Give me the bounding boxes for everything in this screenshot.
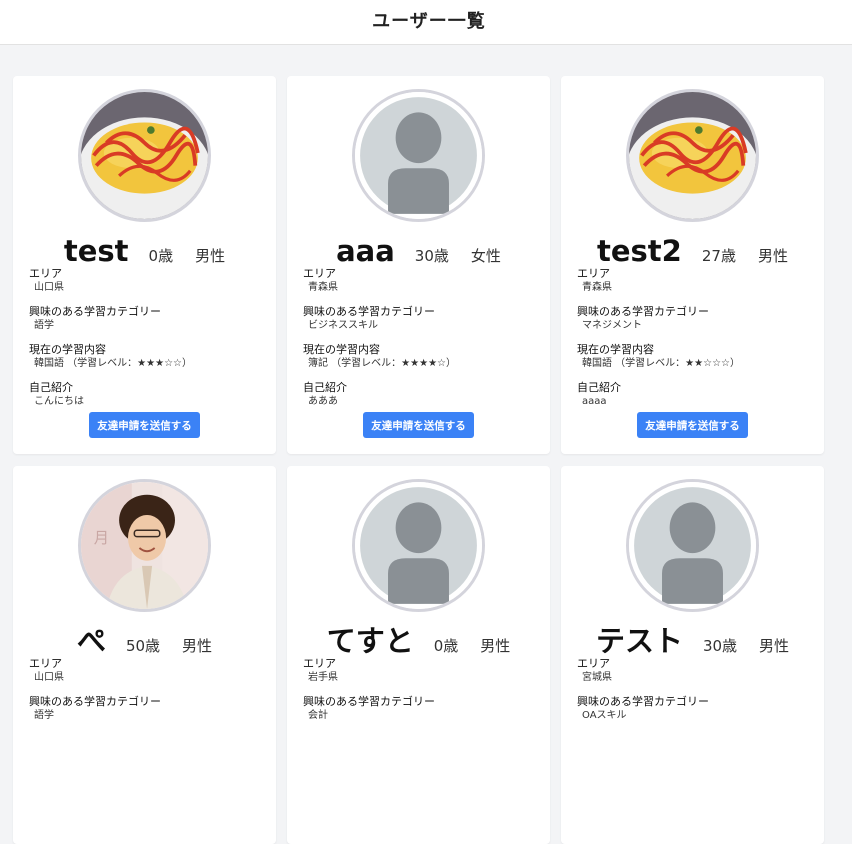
user-age: 27歳 — [701, 246, 736, 265]
area-label: エリア — [29, 657, 62, 670]
person-photo-icon: 月 — [81, 482, 208, 609]
user-age: 30歳 — [702, 636, 738, 655]
category-label: 興味のある学習カテゴリー — [29, 695, 161, 708]
current-study-label: 現在の学習内容 — [29, 343, 106, 356]
category-value: OAスキル — [582, 710, 627, 721]
category-value: 会計 — [308, 710, 328, 721]
user-gender: 男性 — [759, 636, 790, 655]
user-avatar: 月 — [78, 479, 211, 612]
user-gender: 男性 — [480, 636, 511, 655]
area-value: 山口県 — [34, 282, 64, 293]
user-card: test 0歳 男性 エリア 山口県 興味のある学習カテゴリー 語学 現在の学習… — [13, 76, 276, 454]
current-study-label: 現在の学習内容 — [577, 343, 654, 356]
user-age: 0歳 — [433, 636, 459, 655]
user-age: 0歳 — [148, 246, 174, 265]
intro-value: こんにちは — [34, 396, 84, 407]
user-name: ぺ — [76, 624, 106, 658]
category-value: 語学 — [34, 320, 54, 331]
page-header: ユーザー一覧 — [0, 0, 852, 45]
default-avatar-icon — [629, 482, 756, 609]
category-label: 興味のある学習カテゴリー — [577, 305, 709, 318]
user-gender: 女性 — [470, 246, 501, 265]
user-name: てすと — [326, 624, 414, 658]
user-gender: 男性 — [182, 636, 213, 655]
user-name: aaa — [336, 234, 395, 268]
user-name: テスト — [595, 624, 683, 658]
area-label: エリア — [303, 657, 336, 670]
area-value: 青森県 — [582, 282, 612, 293]
area-label: エリア — [577, 657, 610, 670]
area-label: エリア — [29, 267, 62, 280]
current-study-value: 韓国語 （学習レベル：★★★☆☆） — [34, 358, 193, 369]
category-label: 興味のある学習カテゴリー — [303, 695, 435, 708]
current-study-value: 簿記 （学習レベル：★★★★☆） — [308, 358, 457, 369]
user-age: 50歳 — [125, 636, 161, 655]
send-friend-request-button[interactable]: 友達申請を送信する — [89, 412, 200, 438]
user-card: 月 ぺ 50歳 男性 エリア 山口県 興味のある学習カテゴリー 語学 — [13, 466, 276, 844]
area-value: 山口県 — [34, 672, 64, 683]
area-value: 宮城県 — [582, 672, 612, 683]
user-avatar — [352, 479, 485, 612]
current-study-label: 現在の学習内容 — [303, 343, 380, 356]
user-card: テスト 30歳 男性 エリア 宮城県 興味のある学習カテゴリー OAスキル — [561, 466, 824, 844]
category-label: 興味のある学習カテゴリー — [577, 695, 709, 708]
user-card: aaa 30歳 女性 エリア 青森県 興味のある学習カテゴリー ビジネススキル … — [287, 76, 550, 454]
default-avatar-icon — [355, 92, 482, 219]
user-name: test2 — [597, 234, 682, 268]
user-avatar — [78, 89, 211, 222]
category-label: 興味のある学習カテゴリー — [303, 305, 435, 318]
category-value: ビジネススキル — [308, 320, 378, 331]
svg-text:月: 月 — [94, 529, 109, 547]
area-label: エリア — [303, 267, 336, 280]
omelette-photo-icon — [81, 92, 208, 219]
category-value: 語学 — [34, 710, 54, 721]
intro-label: 自己紹介 — [29, 381, 73, 394]
user-card: てすと 0歳 男性 エリア 岩手県 興味のある学習カテゴリー 会計 — [287, 466, 550, 844]
user-name: test — [63, 234, 129, 268]
intro-value: aaaa — [582, 396, 607, 407]
intro-label: 自己紹介 — [577, 381, 621, 394]
area-value: 岩手県 — [308, 672, 338, 683]
current-study-value: 韓国語 （学習レベル：★★☆☆☆） — [582, 358, 741, 369]
user-avatar — [626, 89, 759, 222]
user-gender: 男性 — [757, 246, 788, 265]
area-label: エリア — [577, 267, 610, 280]
category-label: 興味のある学習カテゴリー — [29, 305, 161, 318]
send-friend-request-button[interactable]: 友達申請を送信する — [637, 412, 748, 438]
user-card-grid: test 0歳 男性 エリア 山口県 興味のある学習カテゴリー 語学 現在の学習… — [13, 76, 824, 844]
send-friend-request-button[interactable]: 友達申請を送信する — [363, 412, 474, 438]
page-title: ユーザー一覧 — [372, 11, 486, 32]
user-avatar — [626, 479, 759, 612]
intro-value: あああ — [308, 396, 338, 407]
intro-label: 自己紹介 — [303, 381, 347, 394]
default-avatar-icon — [355, 482, 482, 609]
user-card: test2 27歳 男性 エリア 青森県 興味のある学習カテゴリー マネジメント… — [561, 76, 824, 454]
user-age: 30歳 — [414, 246, 449, 265]
area-value: 青森県 — [308, 282, 338, 293]
user-gender: 男性 — [195, 246, 226, 265]
omelette-photo-icon — [629, 92, 756, 219]
category-value: マネジメント — [582, 320, 642, 331]
user-avatar — [352, 89, 485, 222]
